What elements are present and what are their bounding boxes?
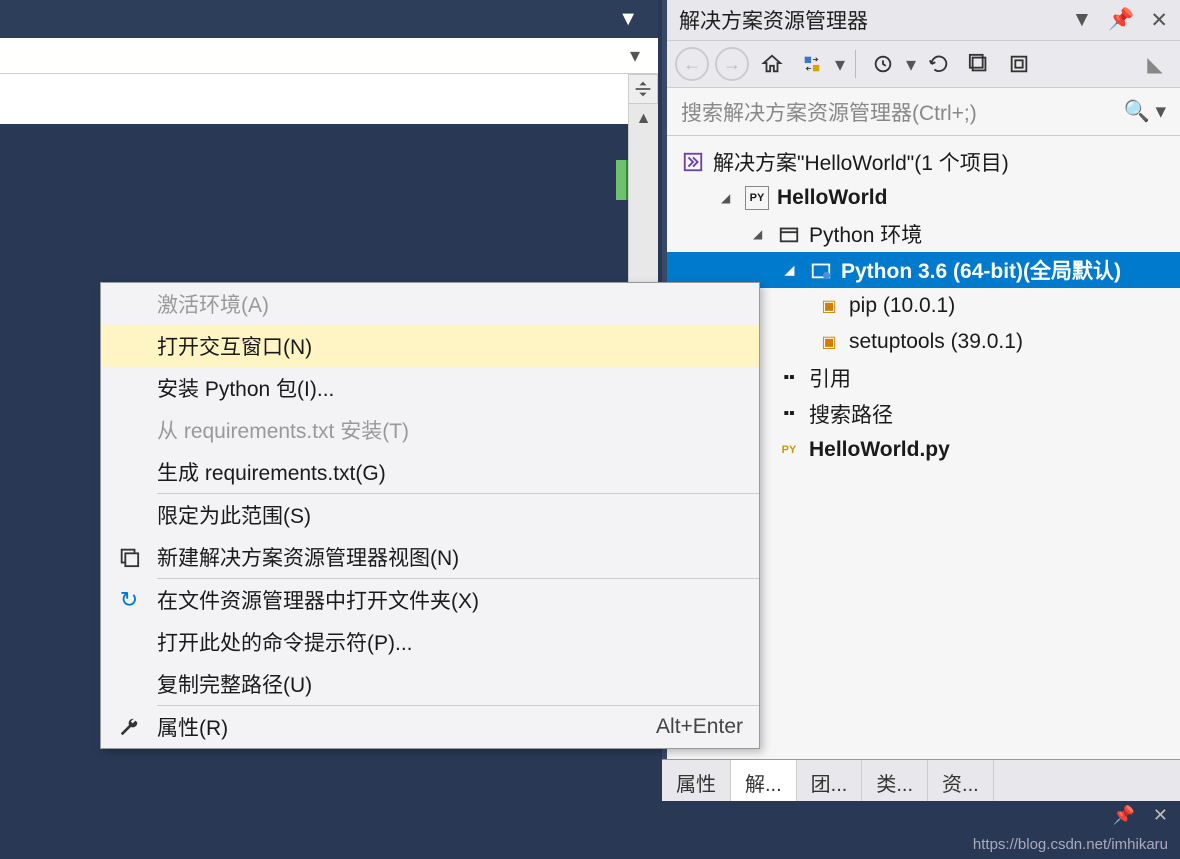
package-icon: ▣ xyxy=(817,330,841,354)
editor-body[interactable] xyxy=(0,74,658,124)
menu-properties[interactable]: 属性(R) Alt+Enter xyxy=(101,706,759,748)
search-placeholder: 搜索解决方案资源管理器(Ctrl+;) xyxy=(681,97,977,127)
search-box[interactable]: 搜索解决方案资源管理器(Ctrl+;) 🔍 ▾ xyxy=(667,88,1180,136)
editor-toolbar: ▾ xyxy=(0,38,658,74)
overflow-icon[interactable]: ◣ xyxy=(1138,47,1172,81)
expander-icon[interactable]: ◢ xyxy=(753,227,769,241)
search-dropdown-icon[interactable]: ▾ xyxy=(1155,100,1166,123)
environments-label: Python 环境 xyxy=(809,219,922,249)
menu-install-from-requirements: 从 requirements.txt 安装(T) xyxy=(101,409,759,451)
show-all-icon[interactable] xyxy=(1002,47,1036,81)
solution-label: 解决方案"HelloWorld"(1 个项目) xyxy=(713,147,1009,177)
collapse-icon[interactable] xyxy=(962,47,996,81)
watermark-text: https://blog.csdn.net/imhikaru xyxy=(973,836,1168,853)
dropdown-icon[interactable]: ▾ xyxy=(906,52,916,77)
shortcut-text: Alt+Enter xyxy=(656,715,743,739)
panel-toolbar: ← → ▾ ▾ ◣ xyxy=(667,40,1180,88)
menu-activate-env: 激活环境(A) xyxy=(101,283,759,325)
project-label: HelloWorld xyxy=(777,186,887,210)
tab-class[interactable]: 类... xyxy=(862,760,928,801)
environments-node[interactable]: ◢ Python 环境 xyxy=(667,216,1180,252)
close-icon[interactable]: ✕ xyxy=(1150,8,1168,33)
solution-icon xyxy=(681,150,705,174)
search-paths-label: 搜索路径 xyxy=(809,399,893,429)
new-view-icon xyxy=(101,546,157,568)
python-project-icon: PY xyxy=(745,186,769,210)
history-icon[interactable] xyxy=(866,47,900,81)
context-menu: 激活环境(A) 打开交互窗口(N) 安装 Python 包(I)... 从 re… xyxy=(100,282,760,749)
references-icon: ▪▪ xyxy=(777,366,801,390)
references-label: 引用 xyxy=(809,363,851,393)
toolbar-dropdown-icon[interactable]: ▾ xyxy=(630,43,640,68)
pip-label: pip (10.0.1) xyxy=(849,294,955,318)
python-file-icon: PY xyxy=(777,438,801,462)
search-paths-icon: ▪▪ xyxy=(777,402,801,426)
change-marker xyxy=(616,160,628,200)
separator xyxy=(855,50,856,78)
sync-icon[interactable] xyxy=(795,47,829,81)
solution-node[interactable]: 解决方案"HelloWorld"(1 个项目) xyxy=(667,144,1180,180)
tab-team[interactable]: 团... xyxy=(797,760,863,801)
tab-resources[interactable]: 资... xyxy=(928,760,994,801)
python-env-icon xyxy=(809,258,833,282)
pin-icon[interactable]: 📌 xyxy=(1108,8,1134,33)
file-label: HelloWorld.py xyxy=(809,438,950,462)
environments-icon xyxy=(777,222,801,246)
menu-copy-full-path[interactable]: 复制完整路径(U) xyxy=(101,663,759,705)
setuptools-label: setuptools (39.0.1) xyxy=(849,330,1023,354)
close-icon[interactable]: ✕ xyxy=(1153,805,1168,826)
back-icon[interactable]: ← xyxy=(675,47,709,81)
python-env-label: Python 3.6 (64-bit)(全局默认) xyxy=(841,255,1121,285)
search-icon[interactable]: 🔍 xyxy=(1123,100,1149,123)
dropdown-icon[interactable]: ▾ xyxy=(835,52,845,77)
forward-icon[interactable]: → xyxy=(715,47,749,81)
vertical-scrollbar[interactable]: ▲ xyxy=(628,104,658,284)
menu-generate-requirements[interactable]: 生成 requirements.txt(G) xyxy=(101,451,759,493)
status-bar: 📌 ✕ https://blog.csdn.net/imhikaru xyxy=(0,801,1180,859)
bottom-tab-bar: 属性 解... 团... 类... 资... xyxy=(662,759,1180,801)
pin-icon[interactable]: 📌 xyxy=(1112,805,1134,826)
menu-open-command-prompt[interactable]: 打开此处的命令提示符(P)... xyxy=(101,621,759,663)
project-node[interactable]: ◢ PY HelloWorld xyxy=(667,180,1180,216)
scroll-up-icon[interactable]: ▲ xyxy=(629,104,658,134)
refresh-icon[interactable] xyxy=(922,47,956,81)
wrench-icon xyxy=(101,716,157,738)
tab-properties[interactable]: 属性 xyxy=(662,760,731,801)
menu-scope-to-this[interactable]: 限定为此范围(S) xyxy=(101,494,759,536)
expander-icon[interactable]: ◢ xyxy=(721,191,737,205)
panel-title-text: 解决方案资源管理器 xyxy=(679,5,868,35)
expander-icon[interactable]: ◢ xyxy=(785,263,801,277)
menu-open-interactive[interactable]: 打开交互窗口(N) xyxy=(101,325,759,367)
panel-titlebar: 解决方案资源管理器 ▼ 📌 ✕ xyxy=(667,0,1180,40)
split-handle-icon[interactable] xyxy=(628,74,658,104)
home-icon[interactable] xyxy=(755,47,789,81)
panel-options-icon[interactable]: ▼ xyxy=(1071,8,1092,33)
tab-solution[interactable]: 解... xyxy=(731,760,797,801)
package-icon: ▣ xyxy=(817,294,841,318)
editor-tab-bar: ▼ xyxy=(0,0,658,38)
menu-install-package[interactable]: 安装 Python 包(I)... xyxy=(101,367,759,409)
menu-open-in-explorer[interactable]: ↻ 在文件资源管理器中打开文件夹(X) xyxy=(101,579,759,621)
open-folder-icon: ↻ xyxy=(101,587,157,613)
menu-new-solution-view[interactable]: 新建解决方案资源管理器视图(N) xyxy=(101,536,759,578)
tab-overflow-icon[interactable]: ▼ xyxy=(618,8,638,31)
